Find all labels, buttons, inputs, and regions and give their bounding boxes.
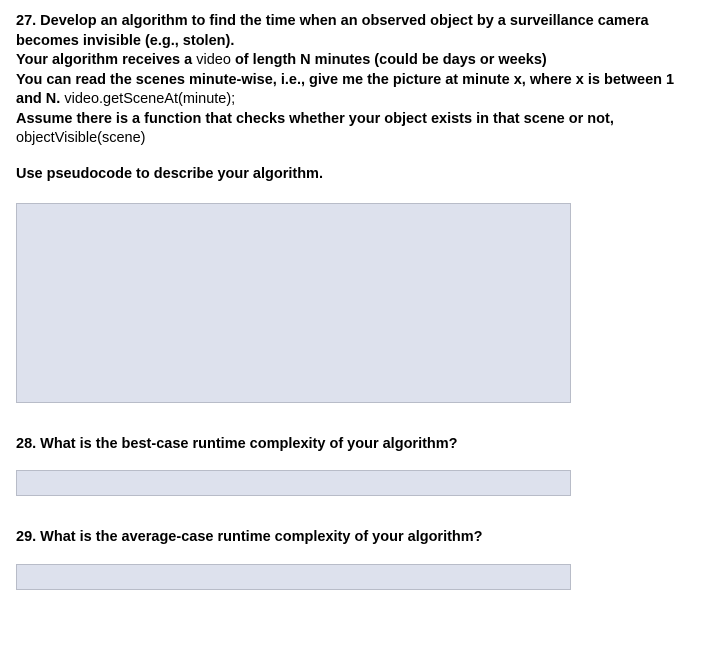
question-28: 28. What is the best-case runtime comple…	[16, 435, 701, 497]
question-27: 27. Develop an algorithm to find the tim…	[16, 12, 701, 403]
q29-answer-input[interactable]	[16, 564, 571, 590]
q27-line2c: of length N minutes (could be days or we…	[231, 52, 547, 68]
q27-line3b: video.getSceneAt(minute);	[64, 91, 235, 107]
q27-line2b: video	[196, 52, 231, 68]
q27-line1: 27. Develop an algorithm to find the tim…	[16, 13, 649, 49]
q27-line4a: Assume there is a function that checks w…	[16, 111, 614, 127]
q29-prompt: 29. What is the average-case runtime com…	[16, 528, 701, 548]
q27-prompt: 27. Develop an algorithm to find the tim…	[16, 12, 701, 149]
q27-line4b: objectVisible(scene)	[16, 130, 146, 146]
q27-instruction: Use pseudocode to describe your algorith…	[16, 165, 701, 185]
q27-line2a: Your algorithm receives a	[16, 52, 196, 68]
q28-prompt: 28. What is the best-case runtime comple…	[16, 435, 701, 455]
q27-answer-input[interactable]	[16, 203, 571, 403]
question-29: 29. What is the average-case runtime com…	[16, 528, 701, 590]
q28-answer-input[interactable]	[16, 470, 571, 496]
